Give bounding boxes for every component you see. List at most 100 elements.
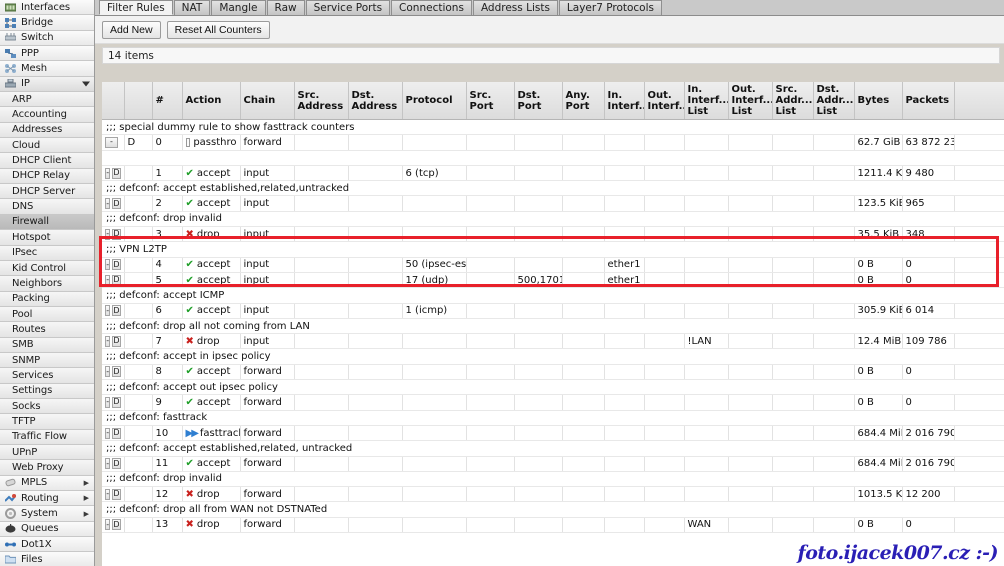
remove-rule-button[interactable]: - bbox=[105, 259, 110, 270]
row-action-buttons[interactable]: - bbox=[102, 135, 124, 150]
remove-rule-button[interactable]: - bbox=[105, 275, 110, 286]
column-header-blank-0[interactable] bbox=[102, 82, 124, 120]
column-header-blank-19[interactable] bbox=[954, 82, 1004, 120]
sidebar-item-packing[interactable]: Packing bbox=[0, 292, 94, 307]
column-header-protocol[interactable]: Protocol bbox=[402, 82, 466, 120]
remove-rule-button[interactable]: - bbox=[105, 137, 118, 148]
sidebar-item-interfaces[interactable]: Interfaces bbox=[0, 0, 94, 15]
reset-all-counters-button[interactable]: Reset All Counters bbox=[167, 21, 270, 39]
remove-rule-button[interactable]: - bbox=[105, 168, 110, 179]
column-header-src-addr-list[interactable]: Src. Addr... List bbox=[772, 82, 813, 120]
comment-row[interactable]: ;;; defconf: drop invalid bbox=[102, 211, 1004, 226]
sidebar-item-files[interactable]: Files bbox=[0, 552, 94, 566]
tab-address-lists[interactable]: Address Lists bbox=[473, 0, 558, 15]
sidebar-menu[interactable]: InterfacesBridgeSwitchPPPMeshIPARPAccoun… bbox=[0, 0, 95, 566]
remove-rule-button[interactable]: - bbox=[105, 458, 110, 469]
sidebar-item-ip[interactable]: IP bbox=[0, 77, 94, 92]
sidebar-item-services[interactable]: Services bbox=[0, 368, 94, 383]
sidebar-item-hotspot[interactable]: Hotspot bbox=[0, 230, 94, 245]
tab-mangle[interactable]: Mangle bbox=[211, 0, 265, 15]
column-header-dst-address[interactable]: Dst. Address bbox=[348, 82, 402, 120]
row-action-buttons[interactable]: -D bbox=[102, 364, 124, 379]
remove-rule-button[interactable]: - bbox=[105, 198, 110, 209]
sidebar-item-cloud[interactable]: Cloud bbox=[0, 138, 94, 153]
sidebar-item-dhcp-server[interactable]: DHCP Server bbox=[0, 184, 94, 199]
column-header-src-port[interactable]: Src. Port bbox=[466, 82, 514, 120]
row-action-buttons[interactable]: -D bbox=[102, 196, 124, 211]
remove-rule-button[interactable]: - bbox=[105, 336, 110, 347]
row-action-buttons[interactable]: -D bbox=[102, 425, 124, 440]
column-header-dst-addr-list[interactable]: Dst. Addr... List bbox=[813, 82, 854, 120]
sidebar-item-firewall[interactable]: Firewall bbox=[0, 215, 94, 230]
sidebar-item-web-proxy[interactable]: Web Proxy bbox=[0, 460, 94, 475]
sidebar-item-smb[interactable]: SMB bbox=[0, 338, 94, 353]
remove-rule-button[interactable]: - bbox=[105, 489, 110, 500]
column-header-src-address[interactable]: Src. Address bbox=[294, 82, 348, 120]
table-row[interactable]: -D6✔acceptinput1 (icmp)305.9 KiB6 014 bbox=[102, 303, 1004, 318]
table-row[interactable]: -D2✔acceptinput123.5 KiB965 bbox=[102, 196, 1004, 211]
row-action-buttons[interactable]: -D bbox=[102, 517, 124, 532]
column-header-out-interf-list[interactable]: Out. Interf... List bbox=[728, 82, 772, 120]
sidebar-item-routing[interactable]: Routing▶ bbox=[0, 491, 94, 506]
sidebar-item-accounting[interactable]: Accounting bbox=[0, 107, 94, 122]
comment-row[interactable]: ;;; defconf: accept in ipsec policy bbox=[102, 349, 1004, 364]
disable-rule-button[interactable]: D bbox=[112, 428, 120, 439]
comment-row[interactable]: ;;; defconf: fasttrack bbox=[102, 410, 1004, 425]
sidebar-item-routes[interactable]: Routes bbox=[0, 322, 94, 337]
row-action-buttons[interactable]: -D bbox=[102, 303, 124, 318]
disable-rule-button[interactable]: D bbox=[112, 336, 120, 347]
tab-layer7-protocols[interactable]: Layer7 Protocols bbox=[559, 0, 662, 15]
sidebar-item-switch[interactable]: Switch bbox=[0, 31, 94, 46]
column-header-action[interactable]: Action bbox=[182, 82, 240, 120]
disable-rule-button[interactable]: D bbox=[112, 519, 120, 530]
sidebar-item-addresses[interactable]: Addresses bbox=[0, 123, 94, 138]
sidebar-item-kid-control[interactable]: Kid Control bbox=[0, 261, 94, 276]
disable-rule-button[interactable]: D bbox=[112, 397, 120, 408]
table-row[interactable]: -D13✖dropforwardWAN0 B0 bbox=[102, 517, 1004, 532]
sidebar-item-dhcp-client[interactable]: DHCP Client bbox=[0, 153, 94, 168]
add-new-button[interactable]: Add New bbox=[102, 21, 161, 39]
sidebar-item-ipsec[interactable]: IPsec bbox=[0, 246, 94, 261]
table-row[interactable]: -D4✔acceptinput50 (ipsec-esp)ether10 B0 bbox=[102, 257, 1004, 272]
row-action-buttons[interactable]: -D bbox=[102, 257, 124, 272]
comment-row[interactable]: ;;; special dummy rule to show fasttrack… bbox=[102, 120, 1004, 135]
column-header-chain[interactable]: Chain bbox=[240, 82, 294, 120]
remove-rule-button[interactable]: - bbox=[105, 229, 110, 240]
sidebar-item-dhcp-relay[interactable]: DHCP Relay bbox=[0, 169, 94, 184]
column-header-dst-port[interactable]: Dst. Port bbox=[514, 82, 562, 120]
tab-service-ports[interactable]: Service Ports bbox=[306, 0, 390, 15]
tab-filter-rules[interactable]: Filter Rules bbox=[99, 0, 173, 15]
table-row[interactable]: -D1✔acceptinput6 (tcp)1211.4 KiB9 480 bbox=[102, 165, 1004, 180]
row-action-buttons[interactable]: -D bbox=[102, 456, 124, 471]
sidebar-item-ppp[interactable]: PPP bbox=[0, 46, 94, 61]
table-row[interactable]: -D7✖dropinput!LAN12.4 MiB109 786 bbox=[102, 334, 1004, 349]
column-header-packets[interactable]: Packets bbox=[902, 82, 954, 120]
sidebar-item-upnp[interactable]: UPnP bbox=[0, 445, 94, 460]
table-row[interactable]: -D10▶▶fasttrackforward684.4 MiB2 016 790 bbox=[102, 425, 1004, 440]
disable-rule-button[interactable]: D bbox=[112, 198, 120, 209]
comment-row[interactable]: ;;; defconf: accept established,related,… bbox=[102, 181, 1004, 196]
disable-rule-button[interactable]: D bbox=[112, 168, 120, 179]
remove-rule-button[interactable]: - bbox=[105, 366, 110, 377]
firewall-tabstrip[interactable]: Filter RulesNATMangleRawService PortsCon… bbox=[95, 0, 1004, 16]
column-header-bytes[interactable]: Bytes bbox=[854, 82, 902, 120]
column-header-out-interf[interactable]: Out. Interf... bbox=[644, 82, 684, 120]
table-row[interactable]: -D9✔acceptforward0 B0 bbox=[102, 395, 1004, 410]
row-action-buttons[interactable]: -D bbox=[102, 334, 124, 349]
table-row[interactable]: -D0passthroforward62.7 GiB63 872 234 bbox=[102, 135, 1004, 150]
sidebar-item-dot1x[interactable]: Dot1X bbox=[0, 537, 94, 552]
row-action-buttons[interactable]: -D bbox=[102, 487, 124, 502]
disable-rule-button[interactable]: D bbox=[112, 489, 120, 500]
row-action-buttons[interactable]: -D bbox=[102, 227, 124, 242]
comment-row[interactable]: ;;; defconf: accept ICMP bbox=[102, 288, 1004, 303]
column-header-in-interf[interactable]: In. Interf... bbox=[604, 82, 644, 120]
sidebar-item-mesh[interactable]: Mesh bbox=[0, 61, 94, 76]
table-row[interactable]: -D11✔acceptforward684.4 MiB2 016 790 bbox=[102, 456, 1004, 471]
remove-rule-button[interactable]: - bbox=[105, 305, 110, 316]
sidebar-item-snmp[interactable]: SNMP bbox=[0, 353, 94, 368]
disable-rule-button[interactable]: D bbox=[112, 229, 120, 240]
column-header-[interactable]: # bbox=[152, 82, 182, 120]
sidebar-item-socks[interactable]: Socks bbox=[0, 399, 94, 414]
sidebar-item-arp[interactable]: ARP bbox=[0, 92, 94, 107]
disable-rule-button[interactable]: D bbox=[112, 458, 120, 469]
